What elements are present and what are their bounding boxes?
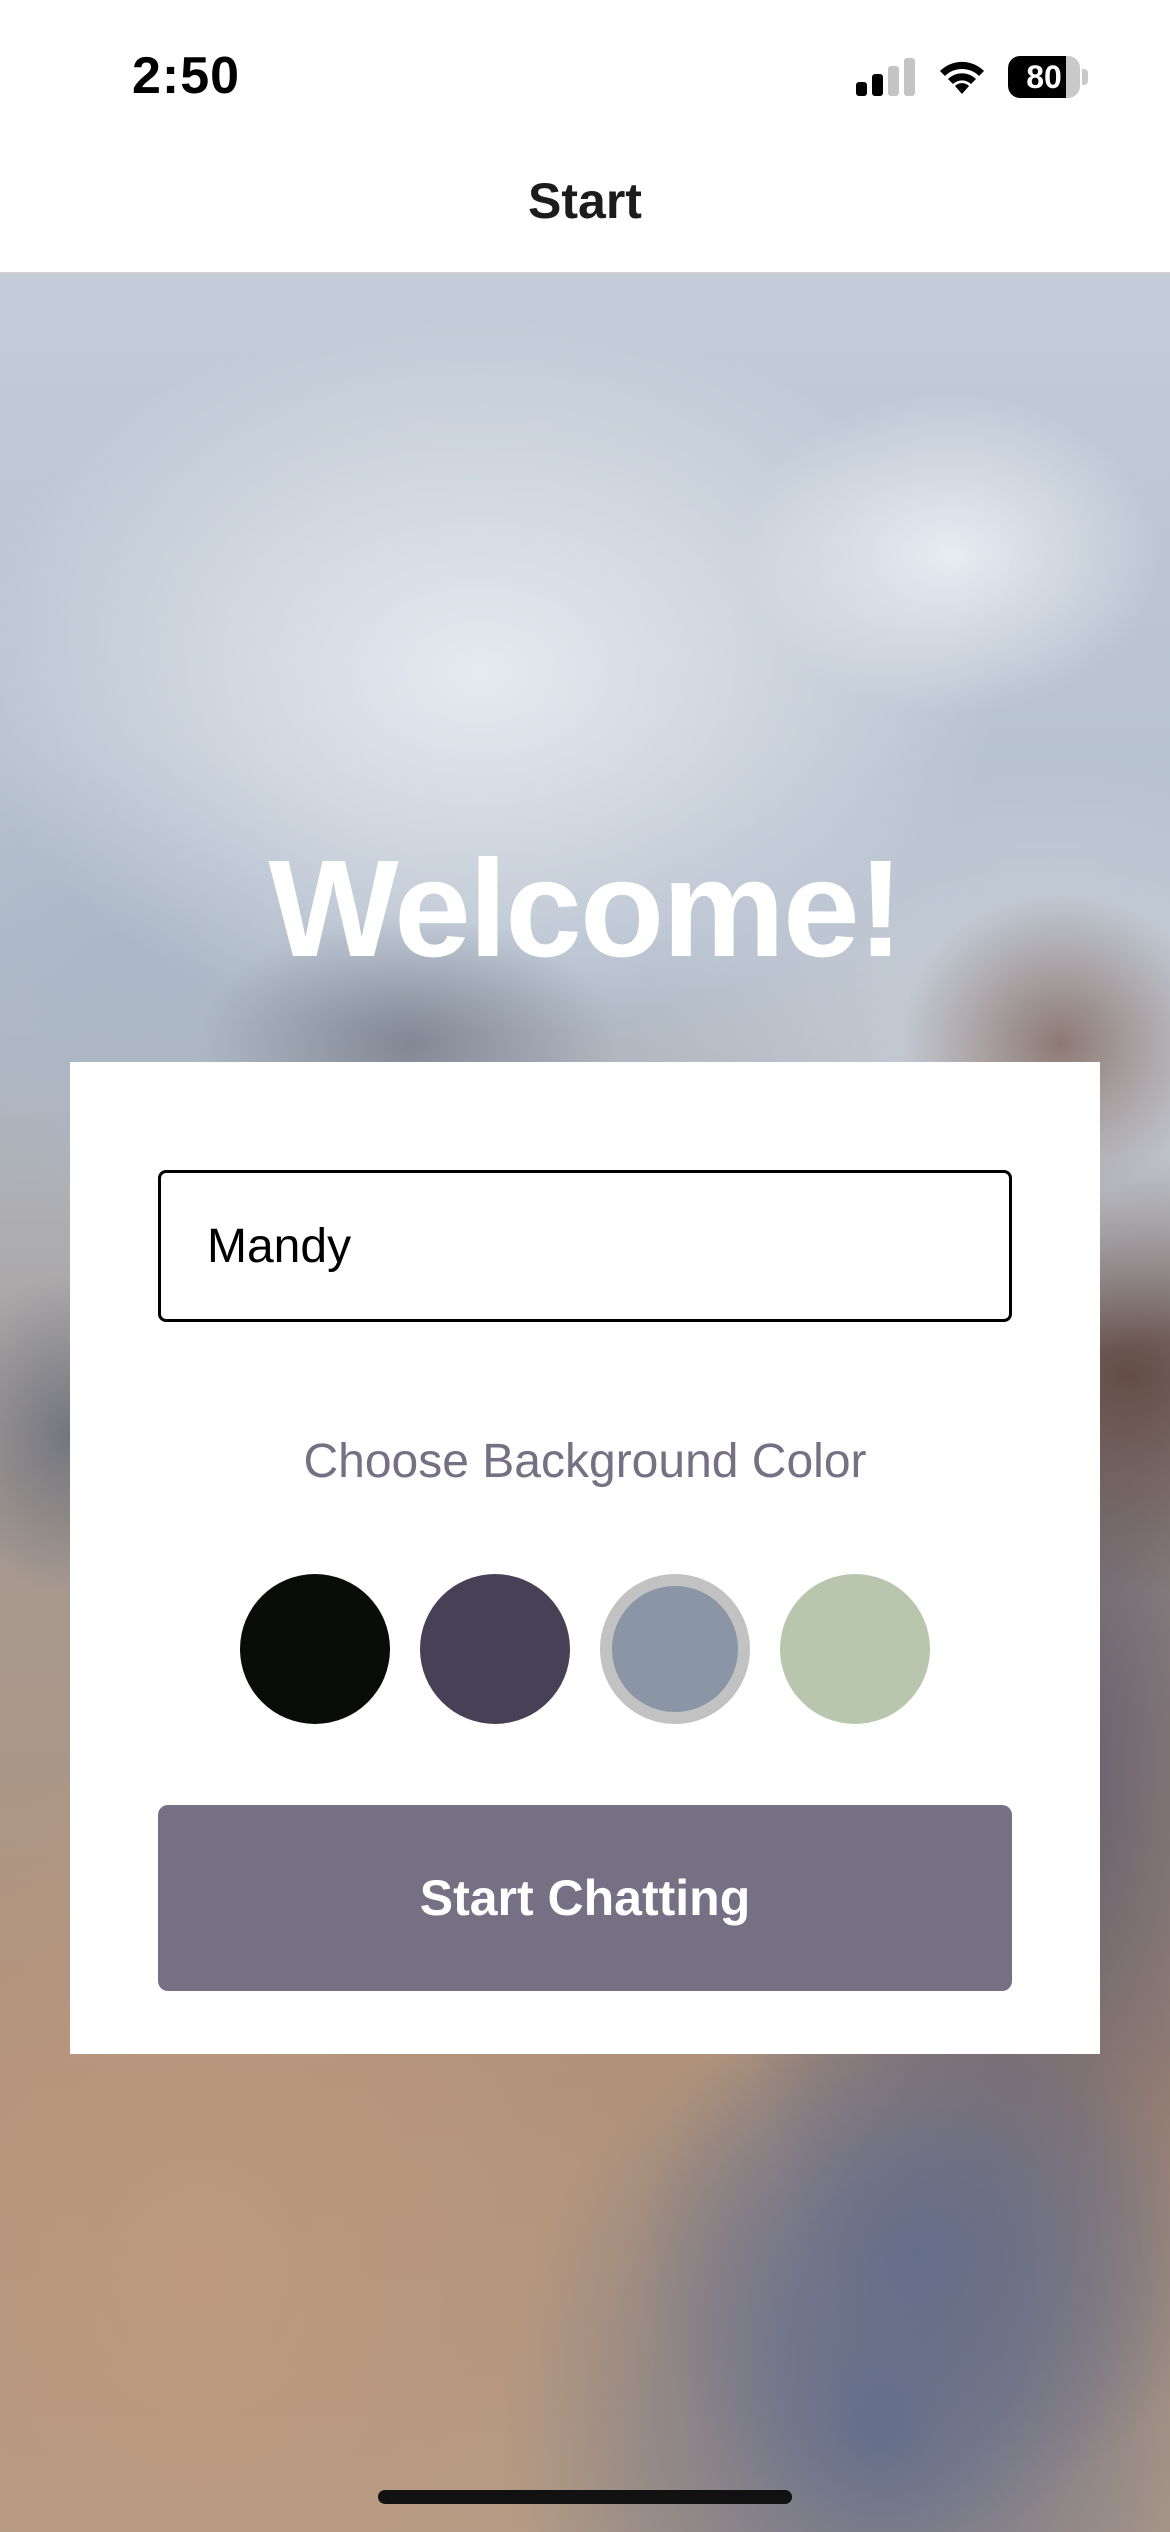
welcome-title: Welcome! [268, 832, 903, 986]
status-bar: 2:50 80 [0, 0, 1170, 150]
battery-body: 80 [1008, 56, 1080, 98]
choose-color-label: Choose Background Color [303, 1435, 867, 1488]
status-time: 2:50 [132, 47, 241, 105]
battery-level: 80 [1026, 59, 1062, 95]
battery-icon: 80 [1008, 56, 1088, 98]
color-swatch-black[interactable] [240, 1574, 390, 1724]
page-title: Start [528, 173, 642, 229]
color-swatch-sage-green[interactable] [780, 1574, 930, 1724]
background-blob [740, 394, 1160, 714]
color-swatch-slate-blue[interactable] [600, 1574, 750, 1724]
start-chatting-button[interactable]: Start Chatting [158, 1805, 1012, 1991]
battery-tip [1082, 69, 1088, 85]
start-card: Choose Background Color Start Chatting [70, 1062, 1100, 2054]
signal-bar [888, 66, 899, 96]
signal-bar [904, 58, 915, 96]
navigation-bar: Start [0, 150, 1170, 274]
signal-bar [872, 74, 883, 96]
wifi-icon [940, 61, 984, 94]
home-indicator[interactable] [378, 2490, 792, 2504]
signal-bar [856, 82, 867, 96]
name-input[interactable] [158, 1170, 1012, 1322]
cellular-signal-icon [856, 58, 916, 96]
color-swatch-dark-purple[interactable] [420, 1574, 570, 1724]
background-blob [640, 1974, 1170, 2532]
